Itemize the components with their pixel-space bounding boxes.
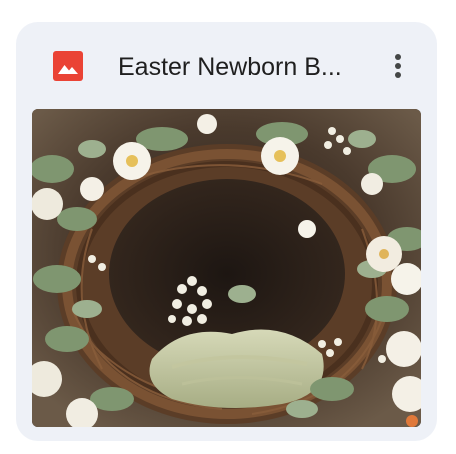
more-vert-icon [395, 54, 401, 78]
image-icon [53, 51, 83, 81]
image-thumbnail[interactable] [32, 109, 421, 427]
card-header: Easter Newborn B... [16, 22, 437, 110]
file-title: Easter Newborn B... [118, 53, 342, 81]
more-options-button[interactable] [379, 44, 417, 88]
file-card[interactable]: Easter Newborn B... [16, 22, 437, 441]
